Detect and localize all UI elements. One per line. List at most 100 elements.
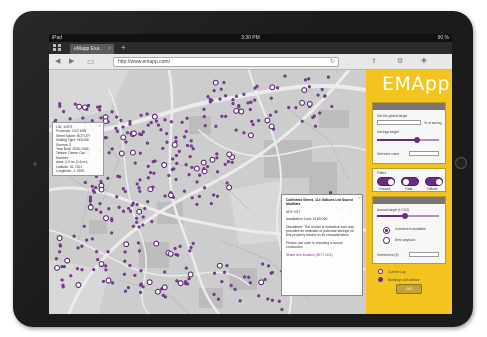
building-marker[interactable] (212, 271, 217, 275)
building-marker[interactable] (263, 277, 267, 281)
building-marker[interactable] (149, 120, 153, 125)
building-marker[interactable] (73, 102, 77, 106)
building-marker[interactable] (146, 279, 153, 286)
building-marker[interactable] (251, 122, 255, 127)
building-marker[interactable] (156, 123, 160, 127)
building-marker[interactable] (90, 184, 94, 188)
building-marker[interactable] (220, 280, 224, 284)
building-marker[interactable] (223, 162, 227, 166)
building-marker[interactable] (141, 215, 145, 219)
building-marker[interactable] (277, 299, 281, 303)
building-marker[interactable] (107, 207, 111, 211)
building-marker[interactable] (105, 277, 112, 284)
building-marker[interactable] (82, 224, 86, 228)
building-marker[interactable] (165, 131, 169, 136)
building-marker[interactable] (121, 125, 125, 129)
building-marker[interactable] (169, 120, 173, 124)
building-marker[interactable] (180, 120, 184, 124)
building-marker[interactable] (267, 264, 271, 268)
close-icon[interactable]: × (99, 123, 101, 128)
add-bookmark-icon[interactable]: ✚ (421, 57, 427, 66)
building-marker[interactable] (184, 280, 188, 284)
building-marker[interactable] (174, 135, 178, 140)
building-marker[interactable] (88, 195, 92, 199)
building-marker[interactable] (138, 151, 142, 155)
building-marker[interactable] (268, 123, 275, 130)
building-marker[interactable] (303, 78, 308, 82)
building-marker[interactable] (121, 209, 126, 213)
building-marker[interactable] (125, 131, 130, 135)
building-marker[interactable] (294, 106, 298, 110)
building-marker[interactable] (64, 257, 71, 264)
building-marker[interactable] (106, 176, 110, 180)
building-marker[interactable] (94, 250, 99, 254)
building-marker[interactable] (226, 151, 233, 158)
building-marker[interactable] (128, 263, 132, 268)
building-marker[interactable] (174, 153, 179, 158)
home-button[interactable] (455, 157, 467, 169)
building-marker[interactable] (215, 156, 219, 160)
building-marker[interactable] (242, 92, 246, 96)
building-marker[interactable] (280, 307, 284, 312)
building-marker[interactable] (115, 129, 119, 134)
building-marker[interactable] (69, 274, 73, 278)
url-bar[interactable]: http://www.emapp.com/ ↻ (113, 57, 339, 67)
building-marker[interactable] (110, 147, 114, 151)
building-marker[interactable] (124, 140, 128, 144)
close-tab-icon[interactable]: × (108, 44, 111, 54)
building-marker[interactable] (301, 87, 308, 94)
building-marker[interactable] (80, 244, 84, 248)
building-marker[interactable] (225, 181, 229, 185)
building-marker[interactable] (138, 290, 143, 294)
building-marker[interactable] (151, 160, 155, 164)
building-marker[interactable] (110, 281, 115, 285)
close-icon[interactable]: × (358, 195, 360, 200)
building-marker[interactable] (128, 119, 132, 124)
share-icon[interactable]: ⇪ (371, 57, 377, 66)
back-icon[interactable]: ◀ (55, 57, 60, 66)
building-marker[interactable] (90, 237, 94, 241)
building-marker[interactable] (163, 270, 167, 274)
building-marker[interactable] (58, 104, 62, 108)
building-marker[interactable] (171, 157, 175, 161)
building-marker[interactable] (264, 117, 271, 124)
investment-amount-field[interactable] (409, 252, 439, 257)
building-marker[interactable] (60, 278, 64, 282)
building-marker[interactable] (177, 280, 184, 287)
building-marker[interactable] (218, 97, 222, 101)
building-marker[interactable] (138, 189, 142, 193)
building-marker[interactable] (146, 123, 150, 127)
building-marker[interactable] (237, 105, 241, 109)
building-marker[interactable] (203, 124, 207, 128)
building-marker[interactable] (143, 206, 147, 211)
popup-link[interactable]: Share this location (ID77-001) (286, 253, 358, 257)
building-marker[interactable] (234, 128, 238, 132)
building-marker[interactable] (60, 265, 64, 269)
building-marker[interactable] (101, 279, 106, 283)
building-marker[interactable] (202, 186, 207, 190)
building-marker[interactable] (171, 141, 178, 148)
annual-target-handle[interactable] (402, 213, 408, 219)
building-marker[interactable] (222, 270, 227, 274)
building-marker[interactable] (104, 264, 108, 268)
offices-toggle[interactable] (425, 177, 443, 186)
building-marker[interactable] (126, 286, 130, 290)
building-marker[interactable] (99, 116, 103, 120)
building-marker[interactable] (174, 139, 178, 144)
building-marker[interactable] (191, 241, 195, 245)
building-marker[interactable] (163, 118, 167, 122)
building-marker[interactable] (99, 210, 103, 214)
building-marker[interactable] (122, 272, 126, 276)
building-marker[interactable] (257, 118, 261, 123)
building-marker[interactable] (94, 208, 98, 212)
building-marker[interactable] (123, 250, 127, 254)
building-marker[interactable] (212, 79, 219, 86)
building-marker[interactable] (151, 185, 155, 189)
building-marker[interactable] (234, 94, 239, 98)
building-marker[interactable] (326, 75, 330, 79)
building-marker[interactable] (202, 166, 206, 171)
reload-icon[interactable]: ↻ (330, 58, 335, 67)
building-marker[interactable] (109, 231, 114, 235)
building-marker[interactable] (120, 134, 127, 141)
building-marker[interactable] (146, 200, 150, 204)
